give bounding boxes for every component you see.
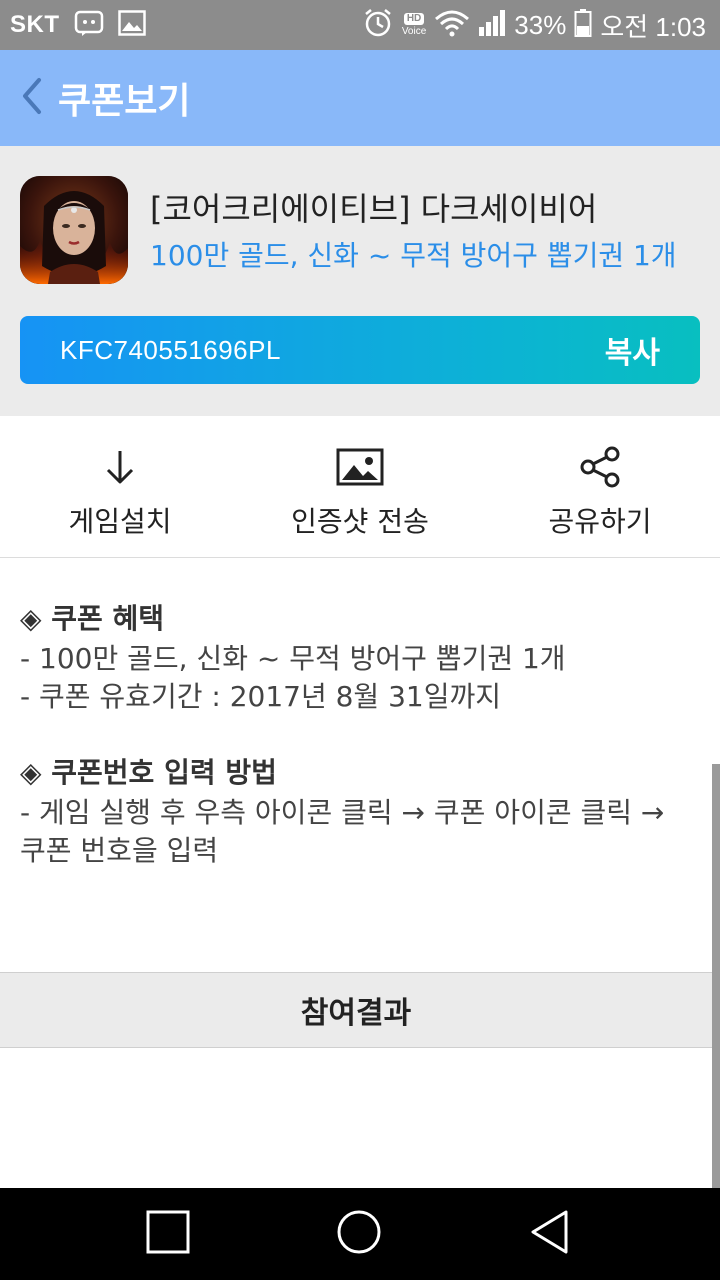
method-heading: ◈ 쿠폰번호 입력 방법: [20, 756, 277, 789]
install-game-label: 게임설치: [68, 505, 172, 538]
game-thumbnail: [20, 176, 128, 284]
recent-apps-button[interactable]: [118, 1188, 218, 1280]
method-line: 쿠폰 번호을 입력: [20, 834, 219, 867]
image-icon: [117, 9, 146, 41]
download-icon: [95, 442, 145, 492]
chevron-left-icon: [19, 76, 45, 120]
share-label: 공유하기: [548, 505, 652, 538]
expiry-line: - 쿠폰 유효기간 : 2017년 8월 31일까지: [20, 680, 502, 713]
clock: 오전 1:03: [600, 11, 706, 42]
coupon-header: [코어크리에이티브] 다크세이비어 100만 골드, 신화 ~ 무적 방어구 뽑…: [0, 146, 720, 416]
install-game-button[interactable]: 게임설치: [0, 416, 240, 557]
benefit-heading: ◈ 쿠폰 혜택: [20, 602, 165, 635]
participation-result-button[interactable]: 참여결과: [0, 972, 712, 1048]
action-row: 게임설치 인증샷 전송 공유하기: [0, 416, 720, 558]
navigation-bar: [0, 1188, 720, 1280]
alarm-icon: [362, 7, 394, 44]
status-bar: SKT HD Voice 33% 오전 1:03: [0, 0, 720, 50]
recent-apps-icon: [146, 1210, 190, 1258]
back-nav-button[interactable]: [500, 1188, 600, 1280]
back-button[interactable]: [10, 72, 54, 124]
app-bar: 쿠폰보기: [0, 50, 720, 146]
battery-icon: [574, 8, 592, 43]
scrollbar[interactable]: [712, 764, 720, 1188]
wifi-icon: [434, 9, 470, 42]
battery-percent: 33%: [514, 9, 567, 40]
back-icon: [528, 1209, 572, 1259]
chat-icon: [74, 9, 104, 42]
game-title: [코어크리에이티브] 다크세이비어: [150, 190, 598, 228]
carrier-label: SKT: [10, 11, 60, 38]
home-button[interactable]: [309, 1188, 409, 1280]
hd-voice-icon: HD Voice: [401, 13, 427, 37]
method-line: - 게임 실행 후 우측 아이콘 클릭 → 쿠폰 아이콘 클릭 →: [20, 796, 665, 829]
reward-summary: 100만 골드, 신화 ~ 무적 방어구 뽑기권 1개: [150, 239, 677, 272]
home-icon: [336, 1209, 382, 1259]
share-button[interactable]: 공유하기: [480, 416, 720, 557]
signal-icon: [478, 9, 506, 42]
benefit-line: - 100만 골드, 신화 ~ 무적 방어구 뽑기권 1개: [20, 642, 566, 675]
coupon-code-bar: KFC740551696PL 복사: [20, 316, 700, 384]
copy-button[interactable]: 복사: [605, 316, 660, 384]
image-icon: [335, 442, 385, 492]
coupon-details: ◈ 쿠폰 혜택 - 100만 골드, 신화 ~ 무적 방어구 뽑기권 1개 - …: [20, 598, 710, 870]
send-screenshot-label: 인증샷 전송: [291, 505, 429, 538]
coupon-code: KFC740551696PL: [60, 334, 281, 365]
send-screenshot-button[interactable]: 인증샷 전송: [240, 416, 480, 557]
share-icon: [575, 442, 625, 492]
page-title: 쿠폰보기: [58, 81, 191, 122]
